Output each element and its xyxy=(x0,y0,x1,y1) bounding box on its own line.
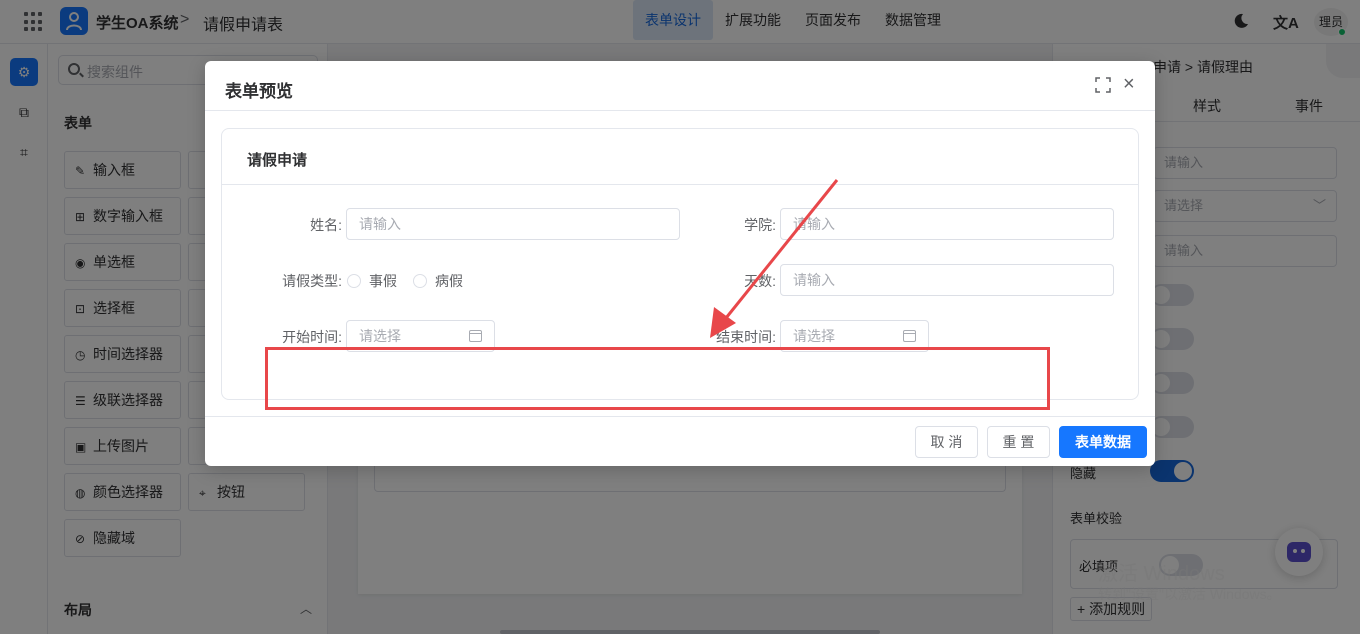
fullscreen-icon[interactable] xyxy=(1094,76,1112,94)
start-placeholder: 请选择 xyxy=(359,328,401,344)
radio-circle xyxy=(347,274,361,288)
name-placeholder: 请输入 xyxy=(359,216,401,232)
form-data-button[interactable]: 表单数据 xyxy=(1059,426,1147,458)
annotation-arrow-icon xyxy=(710,179,839,338)
radio-label: 事假 xyxy=(369,273,397,289)
reset-button[interactable]: 重 置 xyxy=(987,426,1050,458)
dialog-header-divider xyxy=(205,110,1155,111)
radio-label: 病假 xyxy=(435,273,463,289)
radio-personal-leave[interactable]: 事假 xyxy=(347,271,397,291)
leave-type-label: 请假类型: xyxy=(282,273,342,289)
name-input[interactable]: 请输入 xyxy=(346,208,680,240)
start-time-label: 开始时间: xyxy=(282,329,342,345)
annotation-highlight-box xyxy=(265,347,1050,410)
radio-sick-leave[interactable]: 病假 xyxy=(413,271,463,291)
windows-activation-watermark: 激活 Windows xyxy=(1098,563,1225,585)
calendar-icon xyxy=(469,330,482,342)
windows-activation-hint: 转到"设置"以激活 Windows。 xyxy=(1098,586,1281,602)
card-title: 请假申请 xyxy=(247,152,308,169)
dialog-footer-divider xyxy=(205,416,1155,417)
calendar-icon xyxy=(903,330,916,342)
radio-circle xyxy=(413,274,427,288)
close-icon[interactable]: × xyxy=(1123,74,1135,94)
card-divider xyxy=(222,184,1138,185)
name-label: 姓名: xyxy=(310,217,342,233)
cancel-button[interactable]: 取 消 xyxy=(915,426,978,458)
dialog-title: 表单预览 xyxy=(225,82,293,101)
